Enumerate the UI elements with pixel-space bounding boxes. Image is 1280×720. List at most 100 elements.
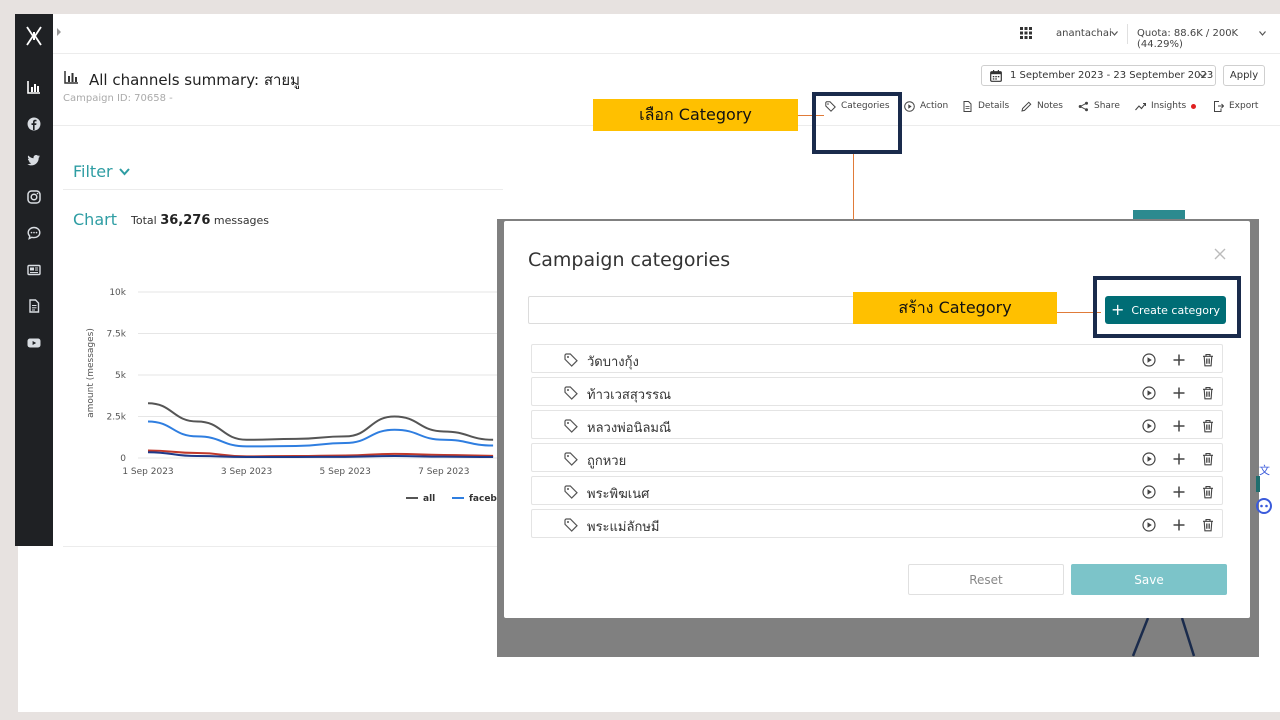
line-chart: 0 2.5k 5k 7.5k 10k amount (messages) 1 Sep 202…: [86, 288, 500, 504]
legend-label[interactable]: facebo: [469, 494, 500, 504]
total-suffix: messages: [213, 214, 270, 227]
delete-category-icon[interactable]: [1201, 484, 1215, 499]
background-toggle-button: [1133, 210, 1185, 219]
run-category-icon[interactable]: [1142, 352, 1156, 367]
delete-category-icon[interactable]: [1201, 418, 1215, 433]
category-name: พระแม่ลักษมี: [587, 520, 660, 535]
category-name: วัดบางกุ้ง: [587, 355, 639, 370]
floating-widget-icons[interactable]: 文: [1256, 460, 1276, 520]
add-keyword-icon[interactable]: [1172, 418, 1186, 432]
section-divider: [63, 546, 503, 547]
sidebar: [15, 14, 53, 546]
category-name: หลวงพ่อนิลมณี: [587, 421, 672, 436]
toolbar-details-label: Details: [978, 101, 1010, 111]
chart-total: Total 36,276 messages: [131, 213, 269, 228]
facebook-icon[interactable]: [25, 115, 43, 133]
add-keyword-icon[interactable]: [1172, 352, 1186, 366]
add-keyword-icon[interactable]: [1172, 385, 1186, 399]
category-row[interactable]: หลวงพ่อนิลมณี: [531, 410, 1223, 439]
category-name: พระพิฆเนศ: [587, 487, 650, 502]
dashboard-chart-icon[interactable]: [25, 78, 43, 96]
svg-text:文: 文: [1259, 463, 1270, 477]
play-icon: [904, 100, 915, 112]
toolbar-details[interactable]: Details: [962, 99, 1009, 113]
tag-icon: [564, 517, 578, 532]
category-row[interactable]: ถูกหวย: [531, 443, 1223, 472]
chart-title: Chart: [73, 210, 117, 229]
run-category-icon[interactable]: [1142, 418, 1156, 433]
apply-button[interactable]: Apply: [1223, 65, 1265, 86]
tag-icon: [564, 484, 578, 499]
close-icon[interactable]: [1214, 248, 1226, 260]
toolbar-share-label: Share: [1094, 101, 1120, 111]
page-title: All channels summary: สายมู: [89, 71, 301, 89]
run-category-icon[interactable]: [1142, 385, 1156, 400]
notification-dot: [1191, 103, 1197, 109]
export-icon: [1214, 100, 1224, 112]
share-icon: [1078, 101, 1088, 111]
trend-icon: [1135, 102, 1146, 110]
category-row[interactable]: ท้าวเวสสุวรรณ: [531, 377, 1223, 406]
total-value: 36,276: [160, 213, 211, 228]
toolbar-export[interactable]: Export: [1213, 99, 1258, 113]
toolbar-action[interactable]: Action: [904, 99, 948, 113]
news-icon[interactable]: [25, 261, 43, 279]
add-keyword-icon[interactable]: [1172, 484, 1186, 498]
category-row[interactable]: พระพิฆเนศ: [531, 476, 1223, 505]
create-button-highlight-box: [1093, 276, 1241, 338]
chat-icon[interactable]: [25, 224, 43, 242]
tag-icon: [564, 385, 578, 400]
series-line: [147, 402, 494, 441]
app-logo-icon[interactable]: [24, 24, 44, 48]
sidebar-expand-icon[interactable]: [56, 28, 62, 36]
delete-category-icon[interactable]: [1201, 352, 1215, 367]
total-prefix: Total: [131, 214, 157, 227]
toolbar-share[interactable]: Share: [1078, 99, 1120, 113]
category-search-input[interactable]: [528, 296, 878, 324]
delete-category-icon[interactable]: [1201, 385, 1215, 400]
user-menu[interactable]: anantachai: [1056, 28, 1112, 39]
save-button[interactable]: Save: [1071, 564, 1227, 595]
twitter-icon[interactable]: [25, 151, 43, 169]
y-tick-label: 2.5k: [106, 413, 126, 423]
run-category-icon[interactable]: [1142, 484, 1156, 499]
user-chevron-down-icon[interactable]: [1111, 31, 1118, 36]
quota-chevron-down-icon[interactable]: [1259, 31, 1266, 36]
document-icon[interactable]: [25, 297, 43, 315]
y-tick-label: 10k: [109, 288, 126, 298]
select-category-callout: เลือก Category: [593, 99, 798, 131]
filter-divider: [63, 189, 503, 190]
x-tick-label: 5 Sep 2023: [320, 467, 371, 477]
youtube-icon[interactable]: [25, 334, 43, 352]
run-category-icon[interactable]: [1142, 517, 1156, 532]
y-tick-label: 5k: [115, 371, 127, 381]
topbar-divider: [53, 53, 1280, 54]
add-keyword-icon[interactable]: [1172, 451, 1186, 465]
calendar-icon: [990, 70, 1002, 82]
instagram-icon[interactable]: [25, 188, 43, 206]
reset-button[interactable]: Reset: [908, 564, 1064, 595]
add-keyword-icon[interactable]: [1172, 517, 1186, 531]
filter-title: Filter: [73, 162, 113, 181]
date-range-picker[interactable]: 1 September 2023 - 23 September 2023: [981, 65, 1216, 86]
legend-label[interactable]: all: [423, 494, 435, 504]
delete-category-icon[interactable]: [1201, 451, 1215, 466]
delete-category-icon[interactable]: [1201, 517, 1215, 532]
x-tick-label: 3 Sep 2023: [221, 467, 272, 477]
category-row[interactable]: พระแม่ลักษมี: [531, 509, 1223, 538]
run-category-icon[interactable]: [1142, 451, 1156, 466]
toolbar-insights-label: Insights: [1151, 101, 1187, 111]
filter-toggle[interactable]: Filter: [73, 162, 130, 181]
categories-to-modal-connector: [853, 154, 854, 220]
y-tick-label: 0: [120, 454, 126, 464]
tag-icon: [564, 352, 578, 367]
toolbar-insights[interactable]: Insights: [1135, 99, 1197, 113]
apps-grid-icon[interactable]: [1020, 27, 1032, 39]
category-row[interactable]: วัดบางกุ้ง: [531, 344, 1223, 373]
chevron-down-icon: [1199, 73, 1207, 78]
tag-icon: [564, 451, 578, 466]
create-category-callout: สร้าง Category: [853, 292, 1057, 324]
modal-title: Campaign categories: [528, 249, 731, 271]
y-tick-label: 7.5k: [106, 330, 126, 340]
toolbar-notes[interactable]: Notes: [1021, 99, 1063, 113]
